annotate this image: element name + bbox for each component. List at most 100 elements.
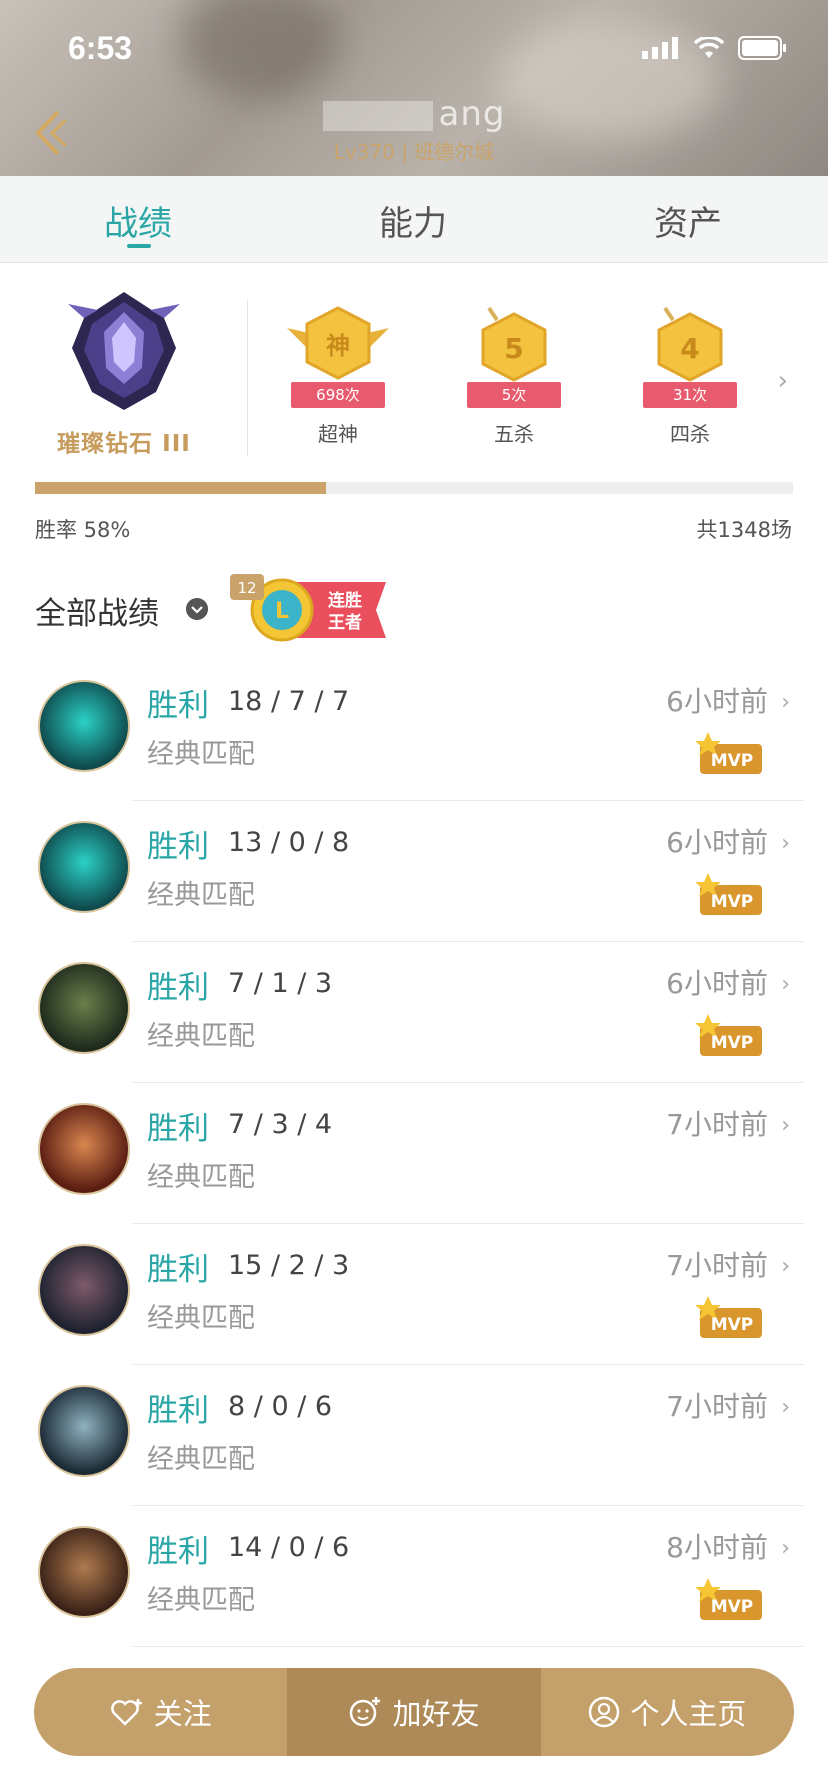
- match-row[interactable]: 胜利 7 / 1 / 3 经典匹配 6小时前 › MVP: [0, 942, 828, 1083]
- chevron-right-icon: ›: [781, 1536, 790, 1561]
- add-friend-icon: [350, 1697, 381, 1727]
- username-text: ang: [438, 94, 506, 134]
- level-region: Lv370 | 班德尔城: [333, 140, 495, 164]
- mvp-badge-icon: MVP: [695, 1296, 762, 1338]
- mvp-badge-icon: MVP: [695, 1578, 762, 1620]
- streak-count: 12: [237, 579, 256, 597]
- match-kda: 18 / 7 / 7: [228, 686, 350, 717]
- match-result: 胜利: [147, 1393, 209, 1429]
- match-mode: 经典匹配: [147, 1021, 255, 1052]
- follow-label: 关注: [153, 1697, 212, 1731]
- user-profile-icon: [589, 1696, 620, 1728]
- match-kda: 15 / 2 / 3: [228, 1250, 350, 1281]
- badge-legendary[interactable]: 神 698次 超神: [283, 304, 393, 446]
- profile-button[interactable]: 个人主页: [541, 1668, 794, 1756]
- match-time-ago: 6小时前: [666, 826, 768, 859]
- badge-penta-kill[interactable]: 5 5次 五杀: [459, 304, 569, 446]
- tab-bar: 战绩 能力 资产: [0, 176, 828, 263]
- win-streak-badge: 12 L 连胜 王者: [230, 574, 390, 646]
- badge-glyph: 4: [680, 332, 699, 365]
- champion-avatar: [38, 1103, 130, 1195]
- match-result: 胜利: [147, 1252, 209, 1288]
- champion-avatar: [38, 821, 130, 913]
- badges-more-chevron-icon[interactable]: ›: [778, 366, 788, 396]
- profile-header: 6:53 ang Lv370 | 班德尔城: [0, 0, 828, 176]
- match-row[interactable]: 胜利 18 / 7 / 7 经典匹配 6小时前 › MVP: [0, 660, 828, 801]
- match-kda: 13 / 0 / 8: [228, 827, 350, 858]
- badge-glyph: 神: [326, 332, 350, 360]
- match-result: 胜利: [147, 1111, 209, 1147]
- divider: [247, 300, 248, 456]
- mvp-badge-icon: MVP: [695, 732, 762, 774]
- streak-glyph: L: [275, 599, 289, 624]
- streak-line1: 连胜: [328, 590, 362, 611]
- dropdown-icon[interactable]: [186, 598, 208, 620]
- chevron-right-icon: ›: [781, 690, 790, 715]
- champion-avatar: [38, 962, 130, 1054]
- champion-avatar: [38, 680, 130, 772]
- mvp-label: MVP: [711, 892, 754, 912]
- mvp-label: MVP: [711, 751, 754, 771]
- wifi-icon: [694, 37, 724, 58]
- diamond-rank-icon: [68, 292, 180, 410]
- badge-label: 五杀: [494, 422, 534, 446]
- win-rate-bar: [35, 482, 793, 494]
- tab-record[interactable]: 战绩: [38, 196, 238, 245]
- add-friend-label: 加好友: [392, 1697, 480, 1731]
- match-row[interactable]: 胜利 15 / 2 / 3 经典匹配 7小时前 › MVP: [0, 1224, 828, 1365]
- match-kda: 8 / 0 / 6: [228, 1391, 333, 1422]
- mvp-badge-icon: MVP: [695, 1014, 762, 1056]
- match-kda: 7 / 1 / 3: [228, 968, 333, 999]
- chevron-right-icon: ›: [781, 1395, 790, 1420]
- win-rate-fill: [35, 482, 327, 494]
- match-row[interactable]: 胜利 8 / 0 / 6 经典匹配 7小时前 ›: [0, 1365, 828, 1506]
- match-time-ago: 6小时前: [666, 685, 768, 718]
- tab-assets[interactable]: 资产: [588, 196, 788, 245]
- match-row[interactable]: 胜利 13 / 0 / 8 经典匹配 6小时前 › MVP: [0, 801, 828, 942]
- chevron-right-icon: ›: [781, 972, 790, 997]
- match-time-ago: 7小时前: [666, 1390, 768, 1423]
- bottom-action-bar: 关注 加好友 个人主页: [34, 1668, 794, 1756]
- win-rate-label: 胜率 58%: [35, 518, 131, 542]
- profile-label: 个人主页: [630, 1697, 747, 1731]
- mvp-label: MVP: [711, 1033, 754, 1053]
- username: ang: [0, 94, 828, 134]
- active-tab-indicator: [127, 244, 151, 248]
- section-title[interactable]: 全部战绩: [35, 588, 159, 633]
- match-time-ago: 7小时前: [666, 1249, 768, 1282]
- penta-kill-badge-icon: 5: [481, 306, 547, 382]
- chevron-right-icon: ›: [781, 1254, 790, 1279]
- badge-count: 5次: [467, 382, 561, 408]
- rank-emblem[interactable]: 璀璨钻石 III: [34, 288, 214, 458]
- match-row[interactable]: 胜利 14 / 0 / 6 经典匹配 8小时前 › MVP: [0, 1506, 828, 1647]
- heart-plus-icon: [110, 1699, 142, 1726]
- username-redaction: [322, 100, 433, 131]
- trophy-streak-icon: 12 L 连胜 王者: [230, 574, 386, 642]
- match-kda: 14 / 0 / 6: [228, 1532, 350, 1563]
- mvp-badge-icon: MVP: [695, 873, 762, 915]
- match-time-ago: 6小时前: [666, 967, 768, 1000]
- champion-avatar: [38, 1385, 130, 1477]
- badge-label: 四杀: [670, 422, 710, 446]
- add-friend-button[interactable]: 加好友: [287, 1668, 541, 1756]
- tab-ability[interactable]: 能力: [313, 196, 513, 245]
- badge-quadra-kill[interactable]: 4 31次 四杀: [635, 304, 745, 446]
- match-mode: 经典匹配: [147, 739, 255, 770]
- champion-avatar: [38, 1244, 130, 1336]
- mvp-label: MVP: [711, 1597, 754, 1617]
- match-time-ago: 8小时前: [666, 1531, 768, 1564]
- match-mode: 经典匹配: [147, 1303, 255, 1334]
- status-time: 6:53: [68, 30, 133, 66]
- match-row[interactable]: 胜利 7 / 3 / 4 经典匹配 7小时前 ›: [0, 1083, 828, 1224]
- chevron-right-icon: ›: [781, 831, 790, 856]
- match-kda: 7 / 3 / 4: [228, 1109, 333, 1140]
- match-time-ago: 7小时前: [666, 1108, 768, 1141]
- legendary-badge-icon: 神: [287, 306, 389, 380]
- match-mode: 经典匹配: [147, 1444, 255, 1475]
- quadra-kill-badge-icon: 4: [657, 306, 723, 382]
- match-mode: 经典匹配: [147, 1162, 255, 1193]
- champion-avatar: [38, 1526, 130, 1618]
- row-divider: [133, 1646, 804, 1647]
- badge-count: 698次: [291, 382, 385, 408]
- follow-button[interactable]: 关注: [34, 1668, 287, 1756]
